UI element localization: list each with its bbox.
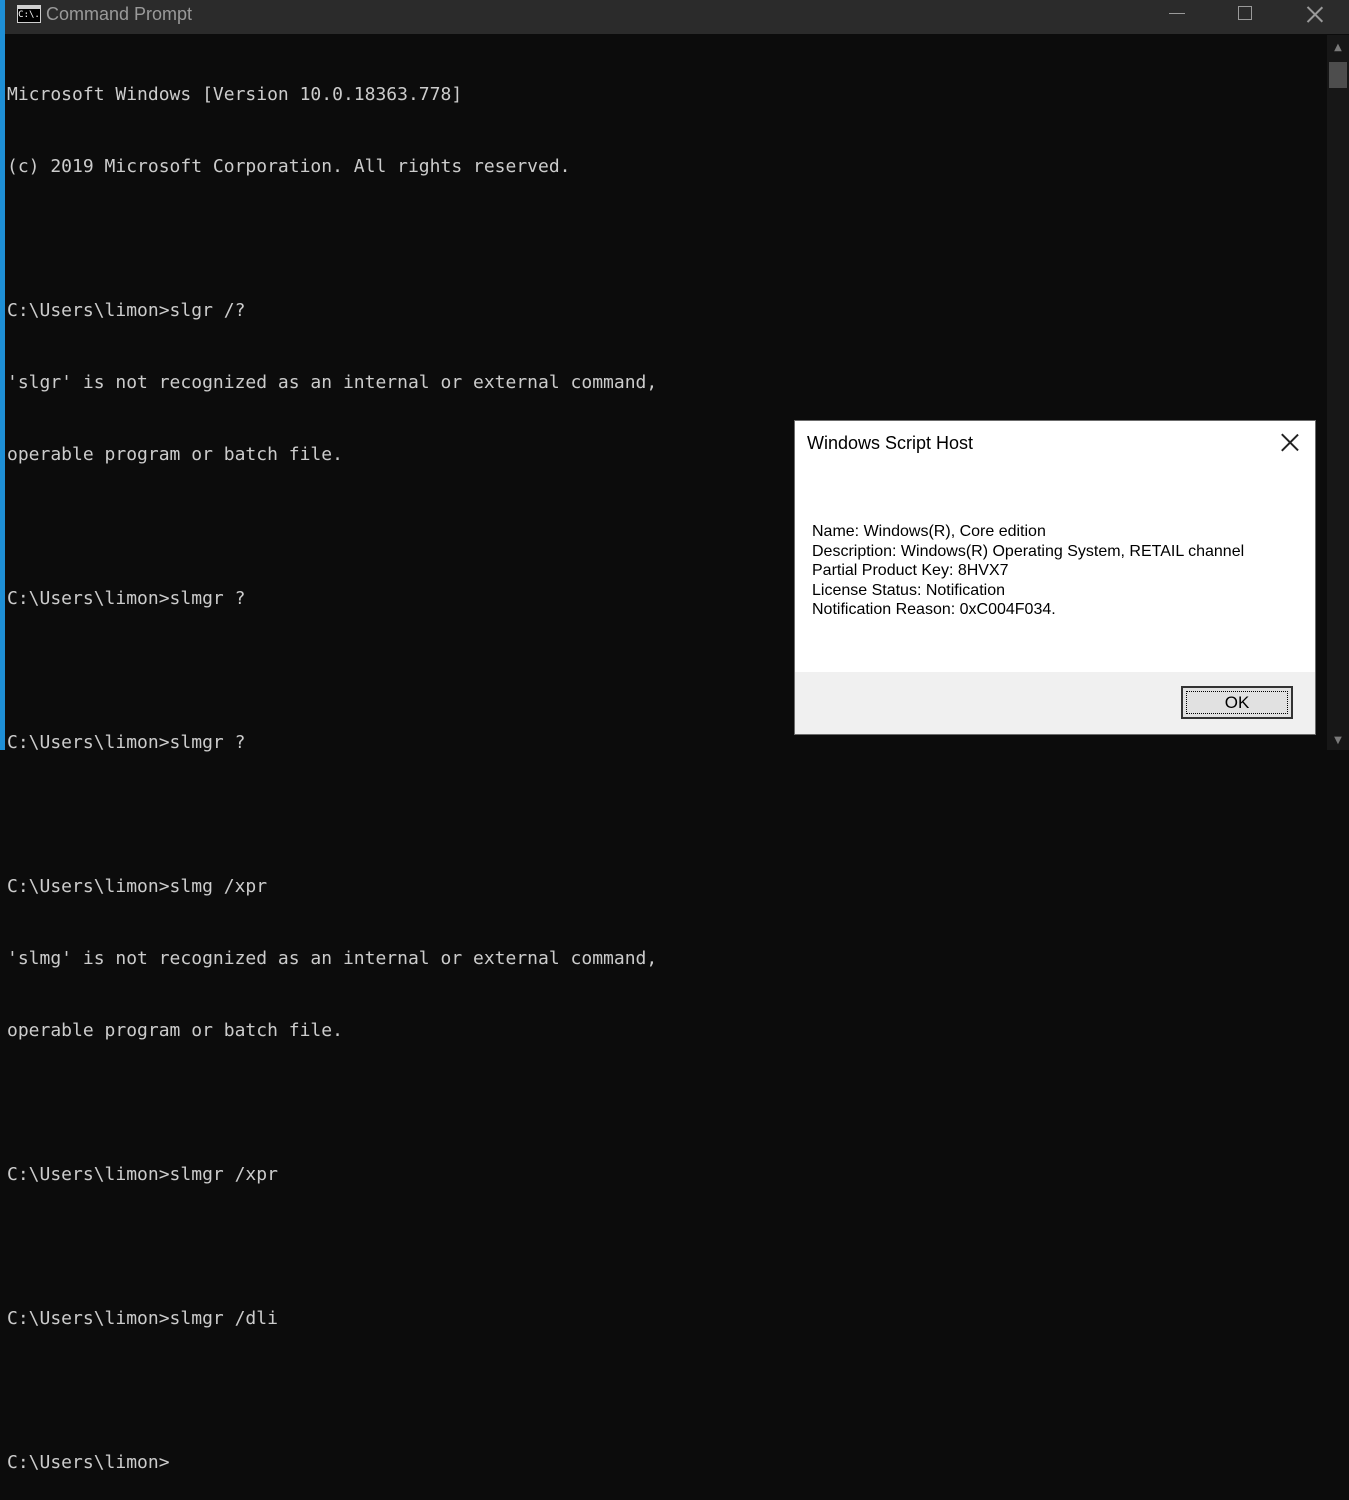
dialog-message: Name: Windows(R), Core edition Descripti… [812,522,1244,620]
console-line: (c) 2019 Microsoft Corporation. All righ… [7,156,571,177]
window-accent-border [0,0,5,750]
window-title: Command Prompt [46,4,193,24]
title-bar[interactable]: C:\. Command Prompt [5,0,1349,34]
command-prompt-window: C:\. Command Prompt Microsoft Windows [V… [0,0,1349,1473]
scroll-up-icon[interactable]: ▲ [1327,37,1349,59]
vertical-scrollbar[interactable]: ▲ ▼ [1327,35,1349,750]
command-prompt-icon: C:\. [17,5,41,23]
minimize-icon [1169,13,1185,14]
console-line: operable program or batch file. [7,1020,343,1041]
console-line: C:\Users\limon>slmgr /dli [7,1308,278,1329]
windows-script-host-dialog: Windows Script Host Name: Windows(R), Co… [794,420,1316,735]
console-line: 'slgr' is not recognized as an internal … [7,372,658,393]
dialog-line-partial-key: Partial Product Key: 8HVX7 [812,562,1009,579]
dialog-title: Windows Script Host [807,433,974,453]
scroll-down-icon[interactable]: ▼ [1327,732,1349,750]
dialog-line-description: Description: Windows(R) Operating System… [812,542,1245,560]
minimize-button[interactable] [1141,0,1211,28]
close-button[interactable] [1279,0,1349,28]
maximize-button[interactable] [1211,0,1281,28]
console-line: C:\Users\limon>slmgr /xpr [7,1164,278,1185]
dialog-line-license-status: License Status: Notification [812,581,1005,599]
console-line: C:\Users\limon>slgr /? [7,300,246,321]
console-line: Microsoft Windows [Version 10.0.18363.77… [7,84,463,105]
scrollbar-thumb[interactable] [1329,62,1347,88]
ok-button[interactable]: OK [1181,686,1293,719]
dialog-close-icon[interactable] [1281,433,1299,451]
console-prompt-line[interactable]: C:\Users\limon> [7,1451,1325,1475]
console-line: C:\Users\limon>slmg /xpr [7,876,268,897]
console-line: 'slmg' is not recognized as an internal … [7,948,658,969]
dialog-footer: OK [795,672,1315,734]
close-icon [1307,6,1323,22]
dialog-line-name: Name: Windows(R), Core edition [812,523,1046,540]
maximize-icon [1238,6,1252,20]
dialog-line-notification-reason: Notification Reason: 0xC004F034. [812,601,1056,618]
